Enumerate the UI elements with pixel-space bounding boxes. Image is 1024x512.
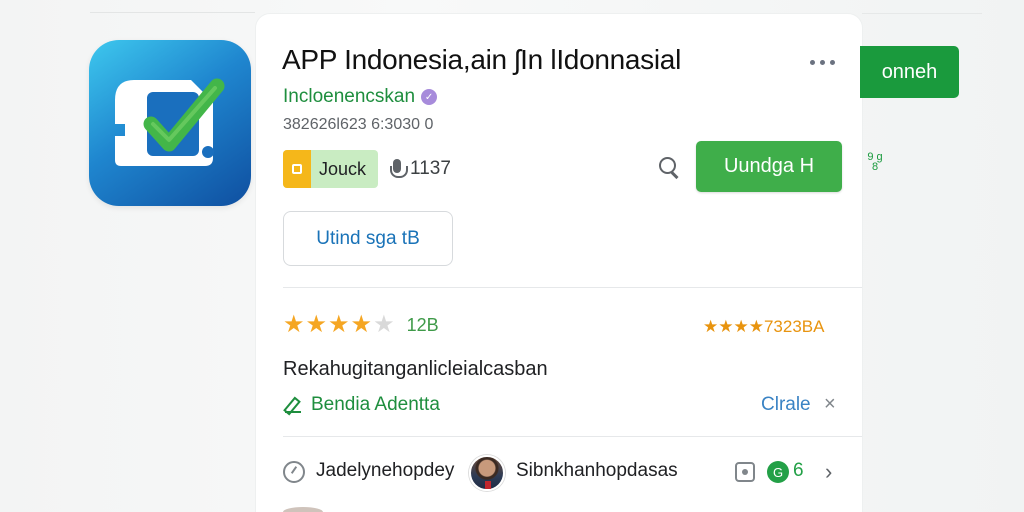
star-icon: ★ — [350, 311, 373, 338]
developer-link[interactable]: Incloenencskan ✓ — [283, 86, 438, 108]
search-icon[interactable] — [657, 155, 681, 179]
more-options-icon[interactable] — [806, 52, 838, 72]
mic-count: 1137 — [390, 158, 451, 180]
developer-name[interactable]: Incloenencskan — [283, 86, 415, 108]
top-divider — [90, 12, 255, 13]
badge-row: Jouck 1137 — [283, 150, 451, 188]
install-button[interactable]: Uundga H — [696, 141, 842, 192]
edit-icon — [283, 395, 303, 415]
open-button[interactable]: onneh — [860, 46, 959, 98]
history-icon — [283, 461, 305, 483]
star-icon: ★ — [305, 311, 328, 338]
rating-secondary: ★★★★7323BA — [703, 317, 824, 337]
mic-count-value: 1137 — [410, 158, 451, 179]
edit-link[interactable]: Bendia Adentta — [283, 394, 440, 416]
close-icon[interactable]: × — [824, 393, 836, 416]
next-avatar-peek — [283, 507, 323, 512]
rating-secondary-text: ★★★★7323BA — [703, 317, 825, 336]
star-empty-icon: ★ — [373, 311, 395, 338]
star-icon: ★ — [283, 311, 305, 338]
top-divider-right — [862, 13, 982, 14]
star-icon: ★ — [328, 311, 350, 338]
tag-icon — [283, 150, 311, 188]
rating-count: 12B — [406, 314, 439, 335]
section-divider — [283, 287, 862, 288]
review-author: Jadelynehopdey — [316, 460, 455, 481]
content-tag[interactable]: Jouck — [283, 150, 379, 188]
review-text: Sibnkhanhopdasas — [516, 460, 678, 481]
review-row[interactable]: Jadelynehopdey Sibnkhanhopdasas G 6 › — [283, 455, 843, 491]
app-description: Rekahugitanganlicleialcasban — [283, 358, 548, 380]
secondary-button[interactable]: Utind sga tB — [283, 211, 453, 266]
app-title: APP Indonesia,ain ʃIn lIdonnasial — [282, 44, 681, 75]
shield-badge-count: 6 — [793, 460, 804, 481]
chevron-right-icon[interactable]: › — [825, 459, 832, 485]
shield-badge-icon: G — [767, 461, 789, 483]
camera-icon[interactable] — [735, 462, 755, 482]
avatar — [469, 455, 505, 491]
edit-label: Bendia Adentta — [311, 394, 440, 415]
verified-badge-icon: ✓ — [421, 89, 438, 105]
rating-stars: ★ ★ ★ ★ ★ — [283, 313, 395, 337]
checkbox-check-icon — [115, 78, 225, 166]
section-divider — [283, 436, 862, 437]
side-glyphs: 9 g 8 — [867, 151, 883, 173]
tag-label: Jouck — [319, 158, 367, 179]
app-meta: 382626l623 6:3030 0 — [283, 116, 434, 133]
mic-icon — [390, 158, 409, 180]
app-checkbox-icon — [89, 40, 251, 206]
rating-summary: ★ ★ ★ ★ ★ 12B — [283, 313, 439, 337]
close-link[interactable]: Clrale — [761, 394, 811, 416]
